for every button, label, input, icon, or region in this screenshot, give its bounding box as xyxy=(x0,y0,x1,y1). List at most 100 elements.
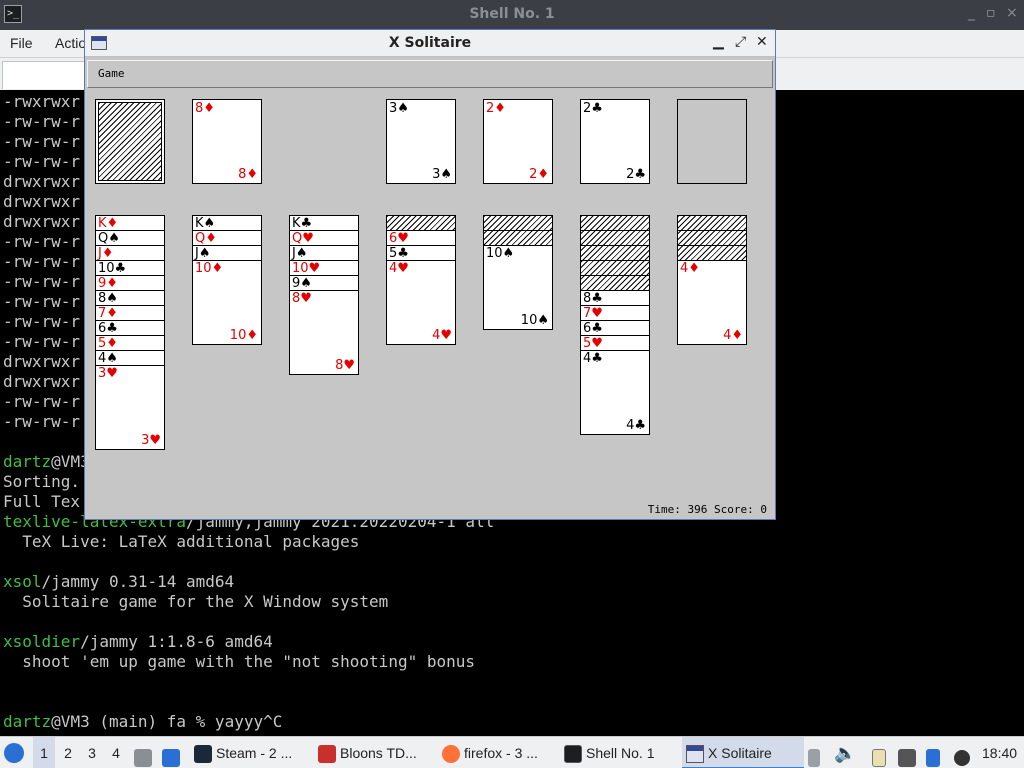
tray-notes-icon[interactable] xyxy=(872,737,892,768)
workspace-4[interactable]: 4 xyxy=(105,737,127,768)
card-index[interactable]: 3♥ xyxy=(98,366,118,381)
card-index[interactable]: 7♥ xyxy=(583,306,603,321)
workspace-3[interactable]: 3 xyxy=(81,737,103,768)
terminal-minimize-button[interactable]: _ xyxy=(968,5,975,21)
card-index[interactable]: 10♠ xyxy=(486,246,514,261)
ls-line: -rw-rw-r xyxy=(3,312,81,331)
card-corner: 4♥ xyxy=(432,328,452,343)
tray-clipboard-icon[interactable] xyxy=(808,737,826,768)
workspace-2[interactable]: 2 xyxy=(57,737,79,768)
bloons-icon xyxy=(318,745,336,764)
card-index[interactable]: J♦ xyxy=(98,246,114,261)
card-index[interactable]: K♠ xyxy=(195,216,215,231)
ls-line: -rw-rw-r xyxy=(3,332,81,351)
card-index[interactable]: 4♦ xyxy=(680,261,700,276)
card-index[interactable]: 9♦ xyxy=(98,276,118,291)
stock-pile[interactable] xyxy=(95,99,165,184)
tableau-column-1[interactable]: K♦ Q♠ J♦ 10♣ 9♦ 8♠ 7♦ 6♣ 5♦ 4♠ 3♥ 3♥ xyxy=(95,215,165,450)
workspace-1[interactable]: 1 xyxy=(33,737,55,768)
updates-icon[interactable] xyxy=(926,737,946,768)
card-index[interactable]: 4♠ xyxy=(98,351,118,366)
card-index[interactable]: Q♠ xyxy=(98,231,120,246)
card-index[interactable]: 5♦ xyxy=(98,336,118,351)
card-corner: 8♥ xyxy=(335,358,355,373)
task-xsolitaire[interactable]: X Solitaire xyxy=(682,737,804,768)
menu-actions[interactable]: Actio xyxy=(55,35,86,51)
ls-line: -rw-rw-r xyxy=(3,152,81,171)
pkg-xsoldier-line: xsoldier/jammy 1:1.8-6 amd64 xyxy=(3,632,273,651)
waste-card[interactable]: 8♦ 8♦ xyxy=(192,99,262,184)
card-index[interactable]: 8♣ xyxy=(583,291,603,306)
card-corner: 3♠ xyxy=(432,167,452,182)
ls-line: -rw-rw-r xyxy=(3,232,81,251)
xsolitaire-titlebar[interactable]: X Solitaire ▁ ⤢ ✕ xyxy=(85,30,775,57)
xsolitaire-title: X Solitaire xyxy=(388,35,472,51)
task-shell[interactable]: Shell No. 1 xyxy=(560,737,678,768)
tableau-column-3[interactable]: K♣ Q♥ J♠ 10♥ 9♠ 8♥ 8♥ xyxy=(289,215,359,375)
card-index[interactable]: 6♣ xyxy=(98,321,118,336)
card-index[interactable]: 7♦ xyxy=(98,306,118,321)
steam-tray-icon[interactable] xyxy=(954,737,974,768)
tableau-column-4[interactable]: 6♥ 5♣ 4♥ 4♥ xyxy=(386,230,456,345)
ls-line: -rw-rw-r xyxy=(3,252,81,271)
xsol-maximize-button[interactable]: ⤢ xyxy=(735,34,746,50)
card-index[interactable]: 5♥ xyxy=(583,336,603,351)
tableau-column-7[interactable]: 4♦ 4♦ xyxy=(677,260,747,345)
card-index[interactable]: 4♣ xyxy=(583,351,603,366)
card-index[interactable]: K♦ xyxy=(98,216,118,231)
terminal-tab[interactable] xyxy=(2,61,86,89)
clock[interactable]: 18:40 xyxy=(982,737,1022,768)
tableau-column-6[interactable]: 8♣ 7♥ 6♣ 5♥ 4♣ 4♣ xyxy=(580,290,650,435)
card-index[interactable]: 4♥ xyxy=(389,261,409,276)
card-index[interactable]: 10♦ xyxy=(195,261,223,276)
foundation-card[interactable]: 2♦ 2♦ xyxy=(483,99,553,184)
volume-icon[interactable]: 🔈 xyxy=(834,737,856,768)
card-index[interactable]: Q♥ xyxy=(292,231,314,246)
terminal-close-button[interactable]: × xyxy=(1006,5,1018,21)
task-firefox[interactable]: firefox - 3 ... xyxy=(438,737,558,768)
card-corner: 10♦ xyxy=(229,328,258,343)
ls-line: -rw-rw-r xyxy=(3,392,81,411)
card-corner: 3♥ xyxy=(141,433,161,448)
xsol-minimize-button[interactable]: ▁ xyxy=(713,34,724,50)
prompt-line-1: dartz@VM3 xyxy=(3,452,90,471)
ls-line: -rw-rw-r xyxy=(3,132,81,151)
foundation-empty[interactable] xyxy=(677,99,747,184)
card-index[interactable]: 5♣ xyxy=(389,246,409,261)
foundation-card[interactable]: 3♠ 3♠ xyxy=(386,99,456,184)
game-menu[interactable]: Game xyxy=(98,67,125,80)
terminal-icon xyxy=(564,745,582,764)
card-index[interactable]: J♠ xyxy=(292,246,308,261)
tableau-column-5[interactable]: 10♠ 10♠ xyxy=(483,245,553,330)
card-index[interactable]: 10♥ xyxy=(292,261,320,276)
terminal-titlebar[interactable]: >_ Shell No. 1 _ ▫ × xyxy=(0,0,1024,30)
card-index[interactable]: 6♥ xyxy=(389,231,409,246)
card-index[interactable]: 8♥ xyxy=(292,291,312,306)
ls-line: drwxrwxr xyxy=(3,212,81,231)
foundation-card[interactable]: 2♣ 2♣ xyxy=(580,99,650,184)
task-steam[interactable]: Steam - 2 ... xyxy=(190,737,310,768)
card-index[interactable]: J♠ xyxy=(195,246,211,261)
terminal-title: Shell No. 1 xyxy=(469,6,555,22)
card-index[interactable]: 9♠ xyxy=(292,276,312,291)
card-index[interactable]: K♣ xyxy=(292,216,312,231)
card-index[interactable]: 10♣ xyxy=(98,261,126,276)
terminal-maximize-button[interactable]: ▫ xyxy=(986,5,996,21)
waste-corner: 8♦ xyxy=(238,167,258,182)
card-index[interactable]: 8♠ xyxy=(98,291,118,306)
network-icon[interactable] xyxy=(898,737,920,768)
ls-line: drwxrwxr xyxy=(3,172,81,191)
card-index[interactable]: 6♣ xyxy=(583,321,603,336)
time-score-status: Time: 396 Score: 0 xyxy=(647,503,767,516)
task-bloons[interactable]: Bloons TD... xyxy=(314,737,436,768)
tableau-column-2[interactable]: K♠ Q♦ J♠ 10♦ 10♦ xyxy=(192,215,262,345)
file-manager-icon[interactable] xyxy=(134,737,156,768)
waste-index: 8♦ xyxy=(195,101,215,116)
start-menu-button[interactable] xyxy=(4,737,30,768)
menu-file[interactable]: File xyxy=(10,35,33,51)
xsol-close-button[interactable]: ✕ xyxy=(756,34,768,50)
card-index: 2♣ xyxy=(583,101,603,116)
card-corner: 2♦ xyxy=(529,167,549,182)
show-desktop-icon[interactable] xyxy=(162,737,184,768)
card-index[interactable]: Q♦ xyxy=(195,231,217,246)
